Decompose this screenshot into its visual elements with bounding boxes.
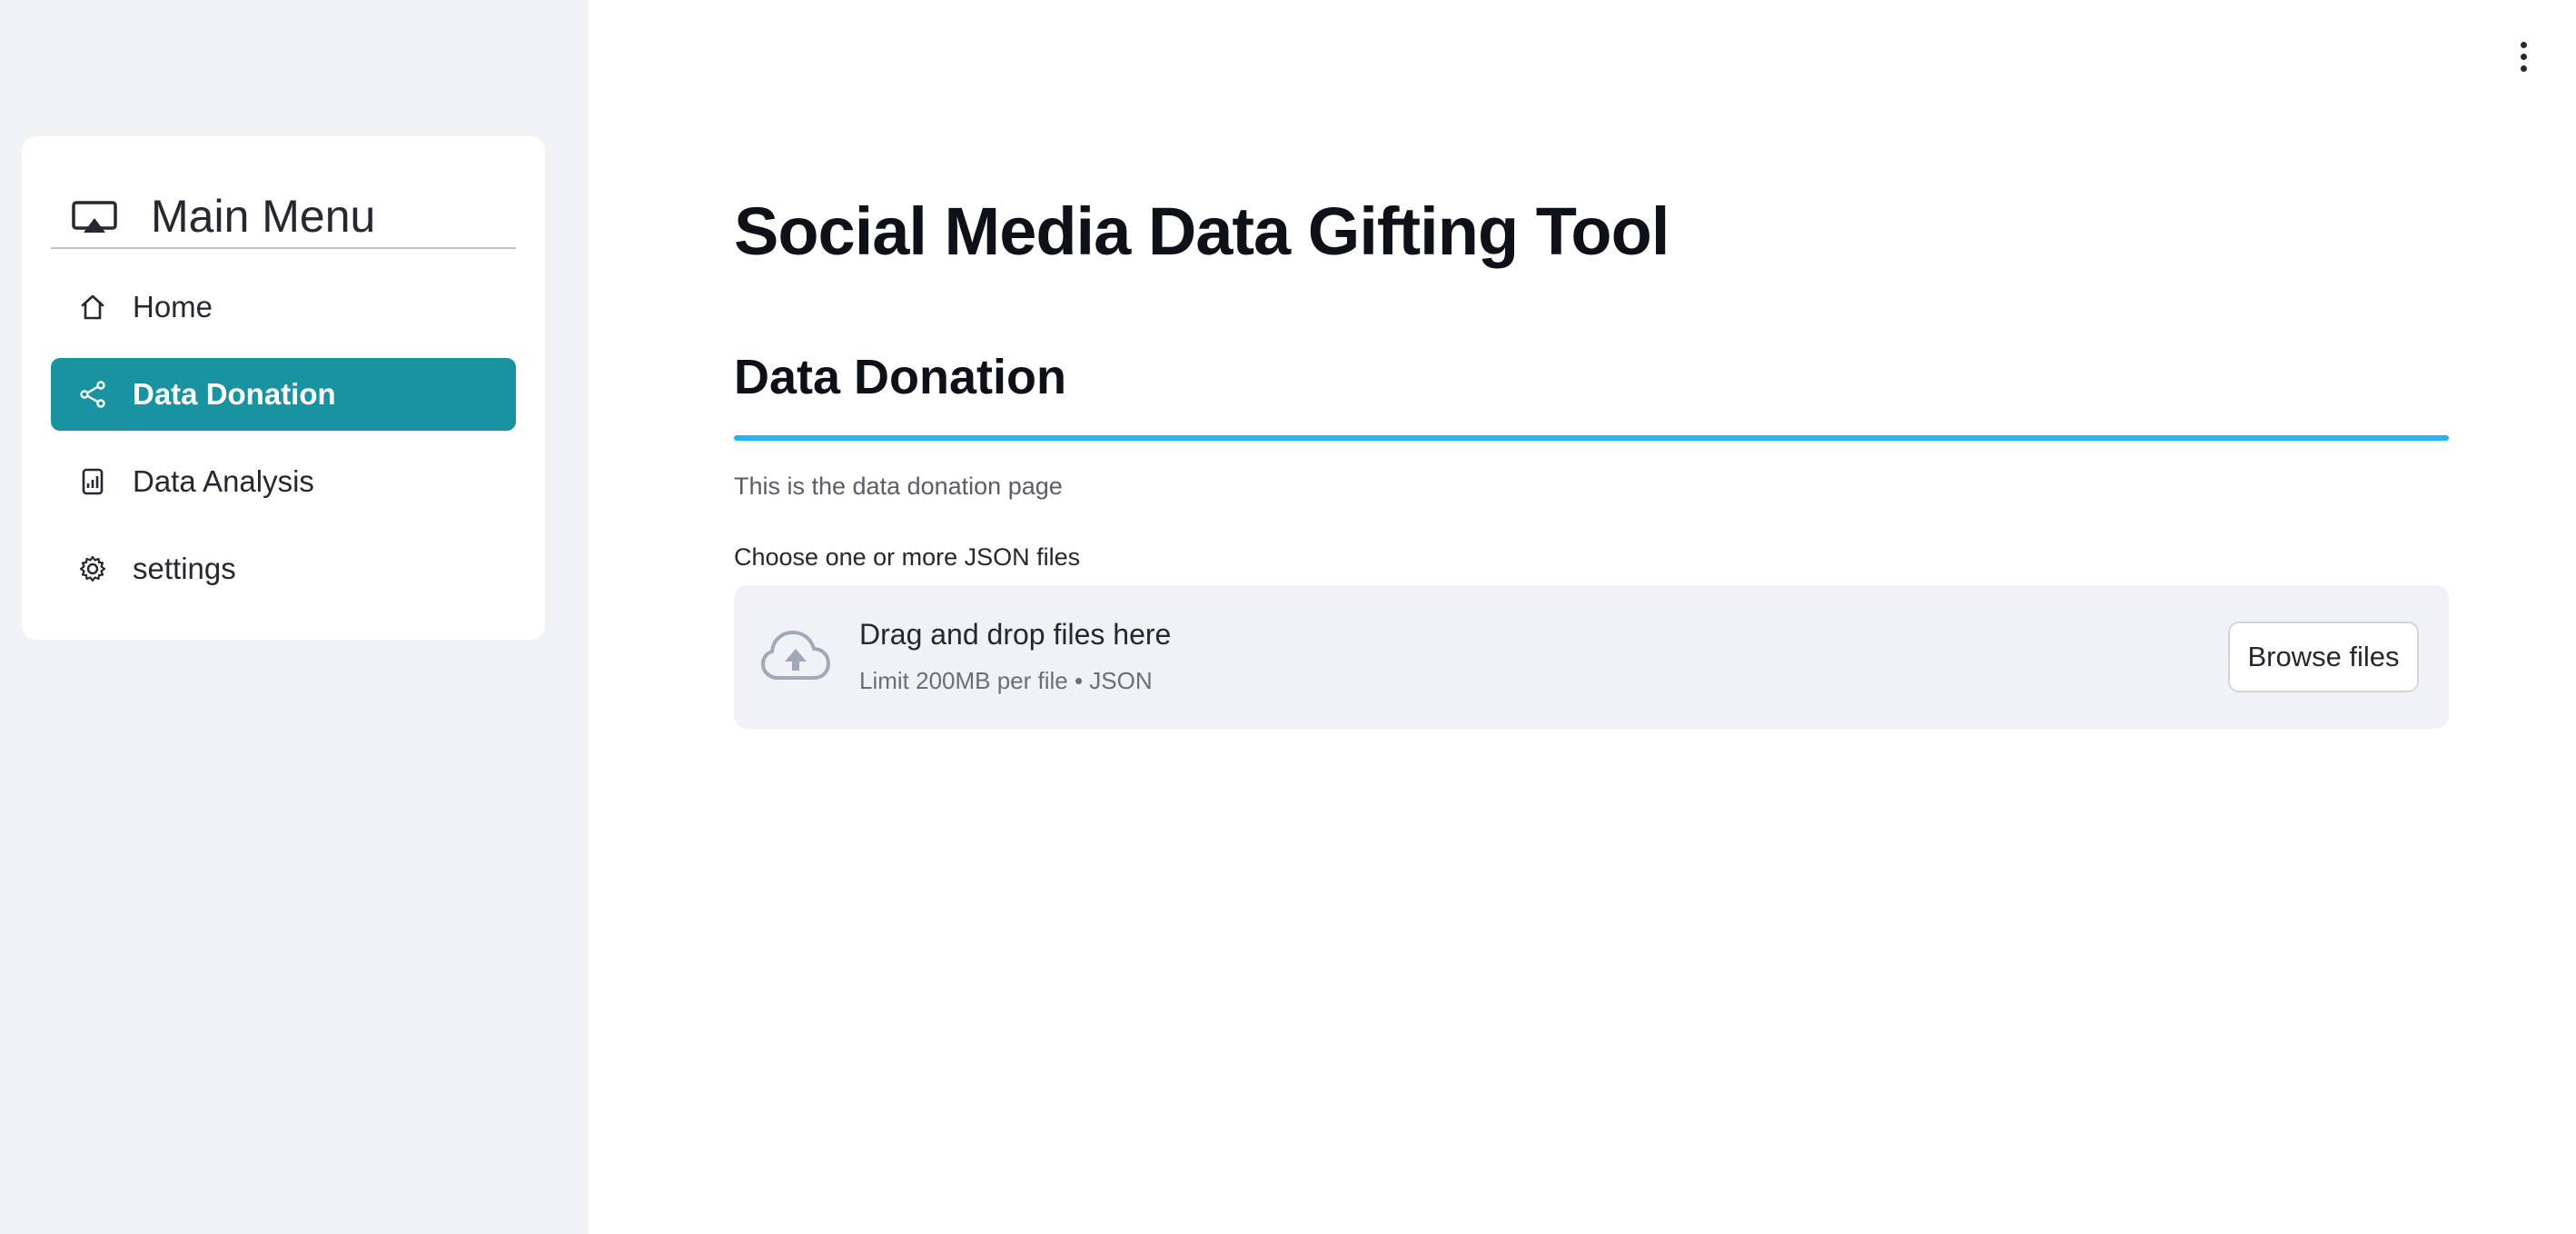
main-menu-card: Main Menu Home Data Donation Data Analys… [22, 136, 545, 640]
sidebar-item-data-analysis[interactable]: Data Analysis [51, 445, 516, 518]
house-icon [78, 293, 107, 322]
page-title: Social Media Data Gifting Tool [734, 194, 1669, 269]
browse-files-button[interactable]: Browse files [2228, 622, 2419, 692]
dropzone-limit-text: Limit 200MB per file • JSON [859, 667, 1153, 694]
sidebar-item-data-donation[interactable]: Data Donation [51, 358, 516, 431]
file-dropzone[interactable]: Drag and drop files here Limit 200MB per… [734, 585, 2449, 729]
sidebar-item-label: settings [133, 552, 236, 585]
sidebar-item-home[interactable]: Home [51, 271, 516, 343]
kebab-menu-icon[interactable] [2516, 42, 2531, 73]
sidebar-item-label: Data Analysis [133, 464, 314, 498]
main-menu-title: Main Menu [151, 191, 376, 242]
cast-icon [71, 200, 118, 236]
bar-chart-file-icon [78, 467, 107, 496]
cloud-upload-icon [761, 629, 830, 685]
sidebar-item-label: Home [133, 290, 213, 323]
main-menu-header: Main Menu [51, 167, 516, 249]
section-divider [734, 435, 2449, 441]
section-title: Data Donation [734, 350, 1067, 404]
gear-icon [78, 554, 107, 583]
page-caption: This is the data donation page [734, 473, 1063, 500]
share-icon [78, 380, 107, 409]
sidebar-item-label: Data Donation [133, 377, 336, 411]
sidebar: Main Menu Home Data Donation Data Analys… [0, 0, 589, 1234]
file-uploader-label: Choose one or more JSON files [734, 543, 1081, 571]
dropzone-instructions: Drag and drop files here [859, 618, 1172, 651]
sidebar-item-settings[interactable]: settings [51, 532, 516, 605]
